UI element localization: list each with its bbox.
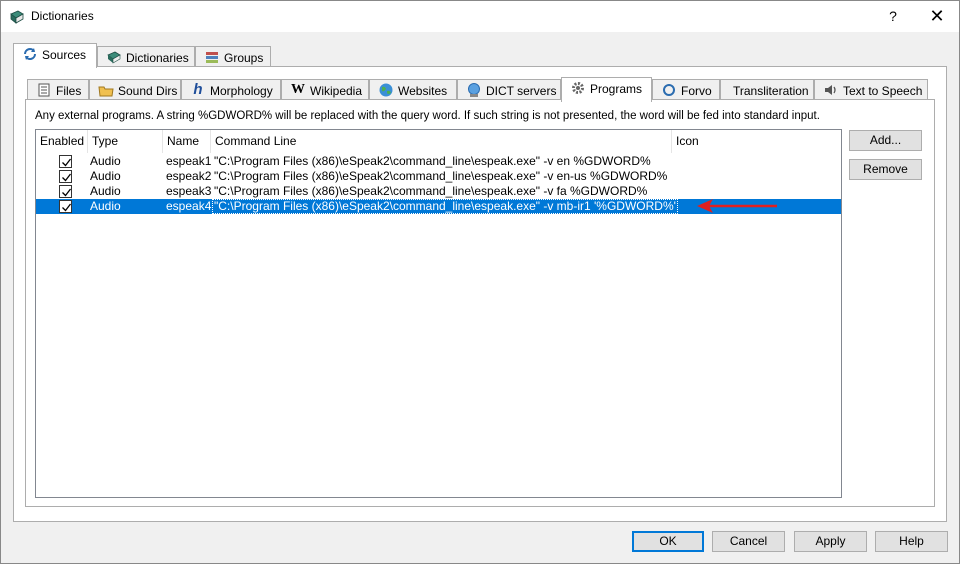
tab-forvo[interactable]: Forvo [652, 79, 720, 101]
forvo-icon [661, 82, 677, 98]
tab-forvo-label: Forvo [681, 83, 712, 98]
gear-icon [570, 80, 586, 96]
cell-name: espeak4 [166, 199, 212, 213]
column-header-name[interactable]: Name [163, 130, 211, 153]
tab-dict-servers-label: DICT servers [486, 83, 557, 98]
table-row[interactable]: Audio espeak1 "C:\Program Files (x86)\eS… [36, 154, 841, 169]
cell-type: Audio [90, 169, 121, 183]
tab-dictionaries-label: Dictionaries [126, 50, 189, 65]
cell-name: espeak3 [166, 184, 212, 198]
wikipedia-icon: W [291, 81, 305, 97]
tab-wikipedia[interactable]: W Wikipedia [281, 79, 369, 101]
tab-sources[interactable]: Sources [13, 43, 97, 68]
tab-morphology-label: Morphology [210, 83, 273, 98]
globe-icon [378, 82, 394, 98]
cell-type: Audio [90, 154, 121, 168]
cell-type: Audio [90, 184, 121, 198]
cancel-button[interactable]: Cancel [712, 531, 785, 552]
column-header-enabled[interactable]: Enabled [36, 130, 88, 153]
tab-transliteration[interactable]: Transliteration [720, 79, 814, 101]
groups-icon [204, 49, 220, 65]
tab-files-label: Files [56, 83, 82, 98]
speaker-icon [823, 82, 839, 98]
cell-name: espeak2 [166, 169, 212, 183]
help-button[interactable]: Help [875, 531, 948, 552]
tab-groups-label: Groups [224, 50, 264, 65]
close-button[interactable]: ✕ [923, 3, 951, 29]
tab-groups[interactable]: Groups [195, 46, 271, 68]
tab-files[interactable]: Files [27, 79, 89, 101]
enabled-checkbox[interactable] [59, 155, 72, 168]
tab-sound-dirs[interactable]: Sound Dirs [89, 79, 181, 101]
enabled-checkbox[interactable] [59, 170, 72, 183]
tab-websites-label: Websites [398, 83, 448, 98]
tab-transliteration-label: Transliteration [733, 83, 809, 98]
programs-table[interactable]: Enabled Type Name Command Line Icon Audi… [35, 129, 842, 498]
sources-icon [22, 46, 38, 62]
cell-command[interactable]: "C:\Program Files (x86)\eSpeak2\command_… [212, 199, 678, 214]
column-header-command-line[interactable]: Command Line [211, 130, 672, 153]
dictionary-book-icon [106, 49, 122, 65]
help-title-button[interactable]: ? [881, 3, 905, 29]
tab-dict-servers[interactable]: DICT servers [457, 79, 561, 101]
table-row[interactable]: Audio espeak2 "C:\Program Files (x86)\eS… [36, 169, 841, 184]
ok-button[interactable]: OK [632, 531, 704, 552]
programs-description: Any external programs. A string %GDWORD%… [35, 110, 820, 122]
cell-command: "C:\Program Files (x86)\eSpeak2\command_… [214, 169, 668, 183]
apply-button[interactable]: Apply [794, 531, 867, 552]
cell-name: espeak1 [166, 154, 212, 168]
column-header-icon[interactable]: Icon [672, 130, 841, 153]
tab-dictionaries[interactable]: Dictionaries [97, 46, 195, 68]
tab-text-to-speech-label: Text to Speech [843, 83, 923, 98]
add-button[interactable]: Add... [849, 130, 922, 151]
cell-command: "C:\Program Files (x86)\eSpeak2\command_… [214, 184, 648, 198]
tab-websites[interactable]: Websites [369, 79, 457, 101]
tab-sound-dirs-label: Sound Dirs [118, 83, 178, 98]
column-header-type[interactable]: Type [88, 130, 163, 153]
cell-command: "C:\Program Files (x86)\eSpeak2\command_… [214, 154, 651, 168]
sound-dirs-icon [98, 82, 114, 98]
title-bar: Dictionaries ? ✕ [1, 1, 959, 32]
window-title: Dictionaries [31, 9, 94, 23]
tab-wikipedia-label: Wikipedia [310, 83, 363, 98]
app-book-icon [9, 9, 25, 25]
dictionaries-dialog: Dictionaries ? ✕ Sources Dictionaries Gr… [0, 0, 960, 564]
enabled-checkbox[interactable] [59, 185, 72, 198]
red-arrow-annotation [697, 199, 777, 213]
enabled-checkbox[interactable] [59, 200, 72, 213]
remove-button[interactable]: Remove [849, 159, 922, 180]
tab-sources-label: Sources [42, 47, 87, 62]
tab-morphology[interactable]: h Morphology [181, 79, 281, 101]
tab-text-to-speech[interactable]: Text to Speech [814, 79, 928, 101]
tab-programs-label: Programs [590, 81, 643, 96]
dict-servers-icon [466, 82, 482, 98]
morphology-icon: h [193, 80, 203, 98]
files-icon [36, 82, 52, 98]
cell-type: Audio [90, 199, 121, 213]
tab-programs[interactable]: Programs [561, 77, 652, 102]
